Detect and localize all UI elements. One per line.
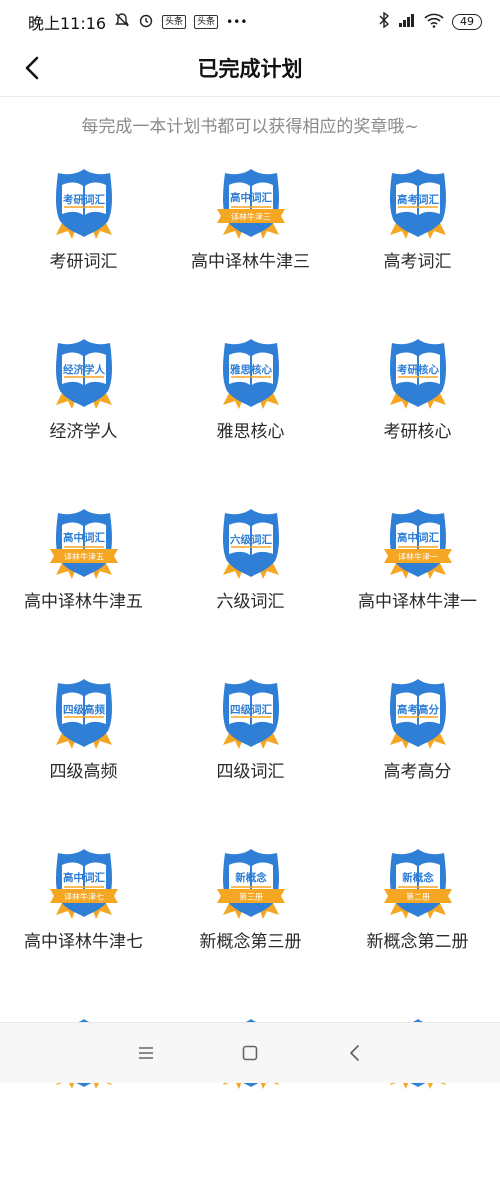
badge-title: 四级高频 — [63, 703, 105, 716]
badge-name: 高中译林牛津三 — [191, 252, 310, 272]
header-divider — [0, 96, 500, 97]
badge-title: 高考词汇 — [397, 193, 439, 206]
medal-badge-icon: 四级词汇 — [222, 679, 279, 749]
app-notification-icon: 头条 — [194, 15, 219, 29]
badge-name: 四级高频 — [49, 762, 118, 782]
medal-badge-icon: 新概念第二册 — [383, 849, 452, 919]
badge-title: 雅思核心 — [230, 363, 272, 376]
badge-name: 高中译林牛津七 — [24, 932, 143, 952]
badge-item[interactable]: 高中词汇译林牛津七高中译林牛津七 — [0, 845, 167, 1015]
badge-title: 考研核心 — [397, 363, 439, 376]
badge-name: 新概念第三册 — [199, 932, 302, 952]
badge-item[interactable]: 高考词汇 高考词汇 — [334, 165, 500, 335]
page-subtitle: 每完成一本计划书都可以获得相应的奖章哦~ — [81, 117, 419, 137]
badge-name: 新概念第二册 — [366, 932, 469, 952]
badge-ribbon-text: 译林牛津三 — [231, 212, 271, 222]
page-title: 已完成计划 — [197, 57, 303, 81]
badge-title: 高中词汇 — [397, 531, 439, 544]
menu-icon — [139, 1047, 153, 1059]
badge-name: 六级词汇 — [216, 592, 285, 612]
badge-title: 高中词汇 — [63, 531, 105, 544]
badge-item[interactable]: 四级高频 四级高频 — [0, 675, 167, 845]
medal-badge-icon: 高中词汇译林牛津五 — [49, 509, 118, 579]
badge-item[interactable]: 四级词汇 四级词汇 — [167, 675, 334, 845]
medal-badge-icon: 雅思核心 — [222, 339, 279, 409]
medal-badge-icon: 高中词汇译林牛津三 — [216, 169, 285, 239]
bluetooth-icon — [378, 11, 390, 32]
badge-item[interactable]: 高中词汇译林牛津一高中译林牛津一 — [334, 505, 500, 675]
badge-name: 高考高分 — [383, 762, 452, 782]
badge-item[interactable]: 新概念 第二册 新概念第二册 — [334, 845, 500, 1015]
badge-title: 新概念 — [235, 871, 267, 884]
badge-item[interactable]: 高中词汇译林牛津五高中译林牛津五 — [0, 505, 167, 675]
medal-badge-icon: 考研核心 — [389, 339, 446, 409]
badge-ribbon-text: 译林牛津七 — [64, 892, 104, 902]
badge-item[interactable]: 经济学人 经济学人 — [0, 335, 167, 505]
badge-title: 高中词汇 — [63, 871, 105, 884]
badge-name: 高中译林牛津一 — [358, 592, 477, 612]
badge-name: 高中译林牛津五 — [24, 592, 143, 612]
badge-title: 四级词汇 — [230, 703, 272, 716]
badge-title: 考研词汇 — [63, 193, 105, 206]
back-arrow-icon — [350, 1045, 359, 1061]
home-square-icon — [242, 1045, 258, 1061]
badge-item[interactable]: 考研词汇 考研词汇 — [0, 165, 167, 335]
back-button[interactable] — [18, 54, 46, 82]
menu-nav-button[interactable] — [133, 1040, 159, 1066]
badge-ribbon-text: 第三册 — [239, 892, 263, 902]
badge-title: 高考高分 — [397, 703, 439, 716]
alarm-icon — [138, 12, 154, 32]
badge-ribbon-text: 第二册 — [406, 892, 430, 902]
badge-title: 新概念 — [402, 871, 434, 884]
medal-badge-icon: 高考词汇 — [389, 169, 446, 239]
badge-item[interactable]: 考研核心 考研核心 — [334, 335, 500, 505]
badge-name: 考研核心 — [383, 422, 452, 442]
status-bar: 晚上11:16 头条 头条 ••• 49 — [0, 0, 500, 44]
signal-icon — [398, 12, 416, 32]
medal-badge-icon: 高中词汇译林牛津七 — [49, 849, 118, 919]
badge-item[interactable]: 高考高分 高考高分 — [334, 675, 500, 845]
medal-badge-icon: 六级词汇 — [222, 509, 279, 579]
medal-badge-icon: 考研词汇 — [55, 169, 112, 239]
badge-title: 高中词汇 — [230, 191, 272, 204]
badge-name: 四级词汇 — [216, 762, 285, 782]
badge-item[interactable]: 六级词汇 六级词汇 — [167, 505, 334, 675]
badge-ribbon-text: 译林牛津五 — [64, 552, 104, 562]
badge-item[interactable]: 雅思核心 雅思核心 — [167, 335, 334, 505]
badge-name: 经济学人 — [49, 422, 118, 442]
header-bar: 已完成计划 — [0, 44, 500, 92]
medal-badge-icon: 高中词汇译林牛津一 — [383, 509, 452, 579]
badge-name: 雅思核心 — [216, 422, 285, 442]
battery-icon: 49 — [452, 14, 482, 30]
badge-ribbon-text: 译林牛津一 — [398, 552, 438, 562]
medal-badge-icon: 经济学人 — [55, 339, 112, 409]
badge-title: 经济学人 — [63, 363, 105, 376]
status-time: 晚上11:16 — [28, 14, 107, 33]
medal-badge-icon: 四级高频 — [55, 679, 112, 749]
home-nav-button[interactable] — [237, 1040, 263, 1066]
mute-icon — [114, 12, 130, 32]
badge-title: 六级词汇 — [230, 533, 272, 546]
app-notification-icon: 头条 — [162, 15, 187, 29]
chevron-left-icon — [25, 56, 39, 80]
badge-name: 高考词汇 — [383, 252, 452, 272]
badge-item[interactable]: 高中词汇译林牛津三高中译林牛津三 — [167, 165, 334, 335]
badge-name: 考研词汇 — [49, 252, 118, 272]
back-nav-button[interactable] — [341, 1040, 367, 1066]
wifi-icon — [424, 12, 444, 32]
medal-badge-icon: 高考高分 — [389, 679, 446, 749]
system-nav-bar — [0, 1022, 500, 1083]
more-notifications-icon: ••• — [226, 15, 248, 29]
medal-badge-icon: 新概念第三册 — [216, 849, 285, 919]
badge-item[interactable]: 新概念 第三册 新概念第三册 — [167, 845, 334, 1015]
